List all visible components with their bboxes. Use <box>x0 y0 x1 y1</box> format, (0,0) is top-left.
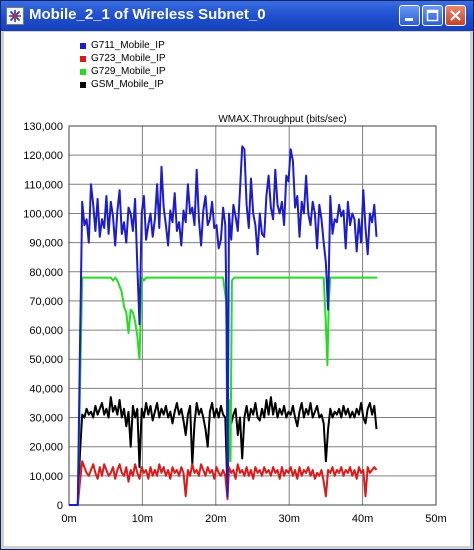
chart-title: WMAX.Throughput (bits/sec) <box>218 114 346 125</box>
y-tick-label: 70,000 <box>29 296 63 308</box>
maximize-button[interactable] <box>422 5 443 26</box>
y-tick-label: 120,000 <box>23 150 63 162</box>
x-tick-label: 30m <box>278 513 299 525</box>
y-tick-label: 50,000 <box>29 354 63 366</box>
x-tick-label: 0m <box>61 513 76 525</box>
x-tick-label: 10m <box>132 513 153 525</box>
maximize-icon <box>426 9 439 22</box>
y-tick-label: 130,000 <box>23 121 63 133</box>
y-tick-label: 110,000 <box>24 179 63 191</box>
window-titlebar[interactable]: Mobile_2_1 of Wireless Subnet_0 <box>1 1 473 31</box>
y-tick-label: 20,000 <box>29 442 63 454</box>
x-tick-label: 50m <box>425 513 446 525</box>
y-tick-label: 100,000 <box>23 208 63 220</box>
x-tick-label: 20m <box>205 513 226 525</box>
throughput-chart: WMAX.Throughput (bits/sec) 0 10,000 20,000 3… <box>23 114 446 525</box>
chart-window: Mobile_2_1 of Wireless Subnet_0 G711_Mob… <box>0 0 474 550</box>
y-tick-label: 30,000 <box>29 413 63 425</box>
y-tick-label: 10,000 <box>29 471 63 483</box>
plot-area <box>69 126 436 505</box>
close-button[interactable] <box>445 5 466 26</box>
chart-panel: G711_Mobile_IP G723_Mobile_IP G729_Mobile_… <box>4 32 470 546</box>
minimize-icon <box>405 18 413 21</box>
y-tick-label: 90,000 <box>29 238 63 250</box>
x-tick-label: 40m <box>352 513 373 525</box>
close-icon <box>450 10 461 21</box>
y-tick-label: 0 <box>57 500 63 512</box>
minimize-button[interactable] <box>399 5 420 26</box>
window-title: Mobile_2_1 of Wireless Subnet_0 <box>29 6 266 23</box>
opnet-app-icon[interactable] <box>6 7 24 25</box>
y-tick-label: 60,000 <box>29 325 63 337</box>
y-tick-label: 40,000 <box>29 383 63 395</box>
y-tick-label: 80,000 <box>29 267 63 279</box>
